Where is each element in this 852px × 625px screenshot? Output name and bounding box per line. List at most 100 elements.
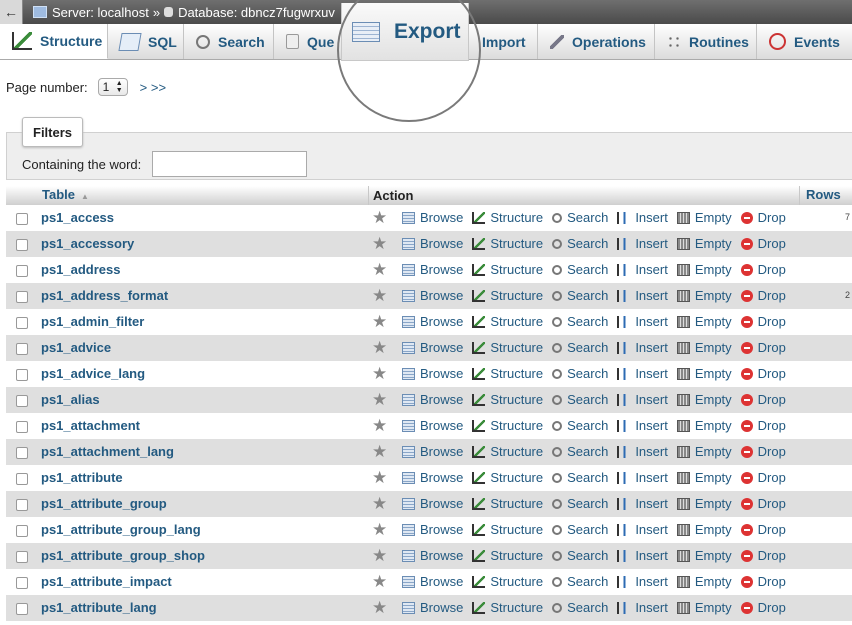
tab-routines[interactable]: Routines xyxy=(655,24,757,59)
search-action[interactable]: Search xyxy=(552,574,608,589)
tab-events[interactable]: Events xyxy=(757,24,852,59)
table-name-link[interactable]: ps1_attribute_lang xyxy=(41,600,157,615)
tab-import[interactable]: Import xyxy=(470,24,538,59)
insert-action[interactable]: Insert xyxy=(617,314,668,329)
search-action[interactable]: Search xyxy=(552,470,608,485)
search-action[interactable]: Search xyxy=(552,366,608,381)
row-checkbox[interactable] xyxy=(16,291,28,303)
empty-action[interactable]: Empty xyxy=(676,366,732,381)
table-name-link[interactable]: ps1_attribute_group xyxy=(41,496,167,511)
favorite-star-icon[interactable]: ★ xyxy=(372,260,387,280)
empty-action[interactable]: Empty xyxy=(676,392,732,407)
browse-action[interactable]: Browse xyxy=(402,236,463,251)
insert-action[interactable]: Insert xyxy=(617,236,668,251)
empty-action[interactable]: Empty xyxy=(676,548,732,563)
structure-action[interactable]: Structure xyxy=(472,210,543,225)
tab-sql[interactable]: SQL xyxy=(108,24,184,59)
empty-action[interactable]: Empty xyxy=(676,418,732,433)
structure-action[interactable]: Structure xyxy=(472,548,543,563)
drop-action[interactable]: Drop xyxy=(740,496,786,511)
browse-action[interactable]: Browse xyxy=(402,210,463,225)
drop-action[interactable]: Drop xyxy=(740,574,786,589)
structure-action[interactable]: Structure xyxy=(472,418,543,433)
browse-action[interactable]: Browse xyxy=(402,340,463,355)
browse-action[interactable]: Browse xyxy=(402,600,463,615)
table-name-link[interactable]: ps1_attribute xyxy=(41,470,123,485)
table-name-link[interactable]: ps1_admin_filter xyxy=(41,314,144,329)
row-checkbox[interactable] xyxy=(16,551,28,563)
browse-action[interactable]: Browse xyxy=(402,262,463,277)
insert-action[interactable]: Insert xyxy=(617,574,668,589)
row-checkbox[interactable] xyxy=(16,213,28,225)
structure-action[interactable]: Structure xyxy=(472,444,543,459)
row-checkbox[interactable] xyxy=(16,473,28,485)
search-action[interactable]: Search xyxy=(552,418,608,433)
insert-action[interactable]: Insert xyxy=(617,548,668,563)
insert-action[interactable]: Insert xyxy=(617,392,668,407)
breadcrumb-server-label[interactable]: Server: localhost xyxy=(52,5,149,20)
insert-action[interactable]: Insert xyxy=(617,210,668,225)
empty-action[interactable]: Empty xyxy=(676,288,732,303)
row-checkbox[interactable] xyxy=(16,577,28,589)
empty-action[interactable]: Empty xyxy=(676,444,732,459)
row-checkbox[interactable] xyxy=(16,395,28,407)
tab-structure[interactable]: Structure xyxy=(0,24,108,59)
tab-operations[interactable]: Operations xyxy=(538,24,655,59)
row-checkbox[interactable] xyxy=(16,525,28,537)
search-action[interactable]: Search xyxy=(552,548,608,563)
row-checkbox[interactable] xyxy=(16,239,28,251)
favorite-star-icon[interactable]: ★ xyxy=(372,494,387,514)
browse-action[interactable]: Browse xyxy=(402,366,463,381)
search-action[interactable]: Search xyxy=(552,210,608,225)
insert-action[interactable]: Insert xyxy=(617,496,668,511)
favorite-star-icon[interactable]: ★ xyxy=(372,546,387,566)
favorite-star-icon[interactable]: ★ xyxy=(372,572,387,592)
table-name-link[interactable]: ps1_attribute_impact xyxy=(41,574,172,589)
breadcrumb-database[interactable]: Database: dbncz7fugwrxuv xyxy=(164,5,335,20)
page-number-select[interactable]: 1 ▲ ▼ xyxy=(97,78,128,96)
row-checkbox[interactable] xyxy=(16,603,28,615)
row-checkbox[interactable] xyxy=(16,447,28,459)
drop-action[interactable]: Drop xyxy=(740,236,786,251)
favorite-star-icon[interactable]: ★ xyxy=(372,468,387,488)
next-page-link[interactable]: > >> xyxy=(140,80,166,95)
breadcrumb-database-label[interactable]: Database: dbncz7fugwrxuv xyxy=(178,5,335,20)
back-arrow-icon[interactable]: ← xyxy=(0,0,23,24)
structure-action[interactable]: Structure xyxy=(472,366,543,381)
insert-action[interactable]: Insert xyxy=(617,262,668,277)
search-action[interactable]: Search xyxy=(552,496,608,511)
favorite-star-icon[interactable]: ★ xyxy=(372,338,387,358)
empty-action[interactable]: Empty xyxy=(676,236,732,251)
structure-action[interactable]: Structure xyxy=(472,314,543,329)
favorite-star-icon[interactable]: ★ xyxy=(372,364,387,384)
drop-action[interactable]: Drop xyxy=(740,392,786,407)
structure-action[interactable]: Structure xyxy=(472,470,543,485)
row-checkbox[interactable] xyxy=(16,343,28,355)
drop-action[interactable]: Drop xyxy=(740,522,786,537)
table-name-link[interactable]: ps1_attachment xyxy=(41,418,140,433)
structure-action[interactable]: Structure xyxy=(472,392,543,407)
tab-search[interactable]: Search xyxy=(184,24,274,59)
drop-action[interactable]: Drop xyxy=(740,600,786,615)
favorite-star-icon[interactable]: ★ xyxy=(372,416,387,436)
empty-action[interactable]: Empty xyxy=(676,600,732,615)
favorite-star-icon[interactable]: ★ xyxy=(372,442,387,462)
drop-action[interactable]: Drop xyxy=(740,288,786,303)
tab-query[interactable]: Que xyxy=(274,24,342,59)
search-action[interactable]: Search xyxy=(552,392,608,407)
table-name-link[interactable]: ps1_attribute_group_lang xyxy=(41,522,201,537)
drop-action[interactable]: Drop xyxy=(740,262,786,277)
structure-action[interactable]: Structure xyxy=(472,574,543,589)
favorite-star-icon[interactable]: ★ xyxy=(372,520,387,540)
structure-action[interactable]: Structure xyxy=(472,522,543,537)
structure-action[interactable]: Structure xyxy=(472,236,543,251)
search-action[interactable]: Search xyxy=(552,236,608,251)
table-name-link[interactable]: ps1_address xyxy=(41,262,121,277)
favorite-star-icon[interactable]: ★ xyxy=(372,598,387,618)
empty-action[interactable]: Empty xyxy=(676,262,732,277)
insert-action[interactable]: Insert xyxy=(617,366,668,381)
favorite-star-icon[interactable]: ★ xyxy=(372,234,387,254)
favorite-star-icon[interactable]: ★ xyxy=(372,312,387,332)
structure-action[interactable]: Structure xyxy=(472,496,543,511)
empty-action[interactable]: Empty xyxy=(676,574,732,589)
